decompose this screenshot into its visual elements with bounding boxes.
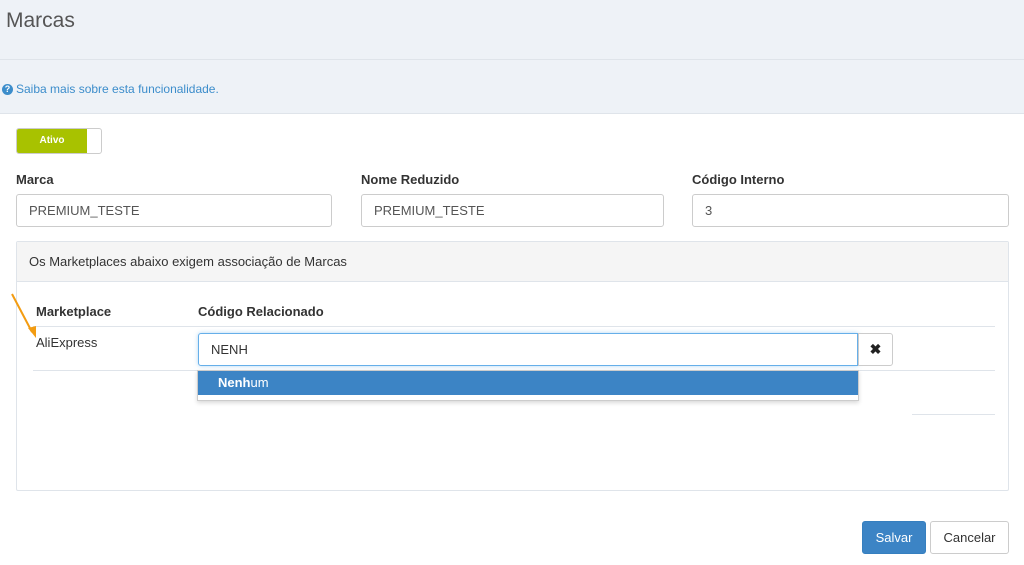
help-link[interactable]: ? Saiba mais sobre esta funcionalidade.: [2, 82, 219, 96]
table-row-divider-2: [912, 414, 995, 415]
page-header: Marcas: [0, 0, 1024, 60]
cancel-button[interactable]: Cancelar: [930, 521, 1009, 554]
short-name-label: Nome Reduzido: [361, 172, 460, 187]
related-code-input[interactable]: NENH: [198, 333, 858, 366]
internal-code-input[interactable]: 3: [692, 194, 1009, 227]
brand-form-panel: Ativo Marca PREMIUM_TESTE Nome Reduzido …: [0, 113, 1024, 565]
suggestion-match: Nenh: [218, 375, 251, 390]
save-button[interactable]: Salvar: [862, 521, 926, 554]
table-header-divider: [33, 326, 995, 327]
marketplaces-notice: Os Marketplaces abaixo exigem associação…: [17, 242, 1008, 282]
column-header-related-code: Código Relacionado: [198, 304, 324, 319]
status-toggle[interactable]: Ativo: [16, 128, 102, 154]
suggestion-rest: um: [250, 375, 269, 390]
question-circle-icon: ?: [2, 83, 13, 95]
brand-input[interactable]: PREMIUM_TESTE: [16, 194, 332, 227]
code-suggestions-dropdown: Nenhum: [197, 370, 859, 401]
help-link-text: Saiba mais sobre esta funcionalidade.: [16, 82, 219, 96]
brand-label: Marca: [16, 172, 54, 187]
close-icon: ✖: [869, 341, 882, 357]
arrow-annotation-icon: [11, 293, 36, 338]
suggestion-item[interactable]: Nenhum: [198, 371, 858, 395]
page-title: Marcas: [6, 9, 75, 32]
short-name-input[interactable]: PREMIUM_TESTE: [361, 194, 664, 227]
internal-code-label: Código Interno: [692, 172, 785, 187]
marketplaces-box: Os Marketplaces abaixo exigem associação…: [16, 241, 1009, 491]
status-toggle-label: Ativo: [17, 129, 87, 153]
clear-code-button[interactable]: ✖: [858, 333, 893, 366]
